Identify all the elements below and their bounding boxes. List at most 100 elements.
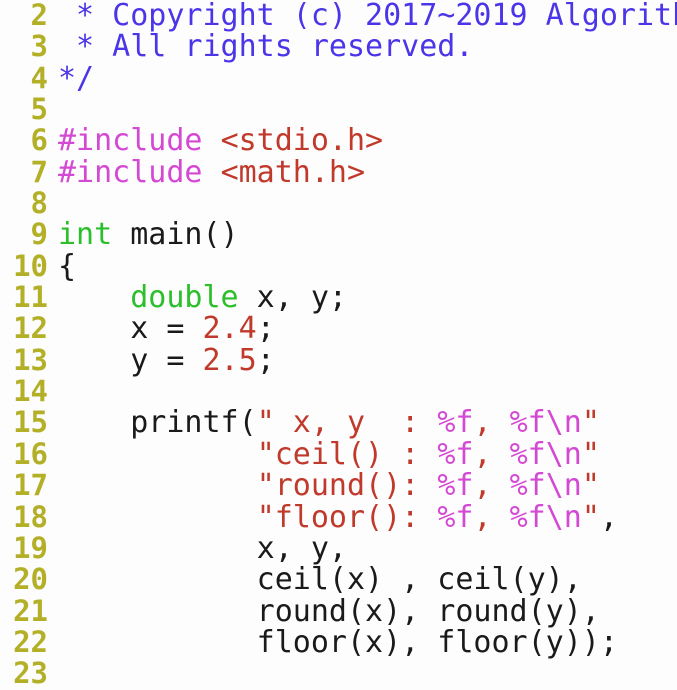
code-token-string: , [473, 405, 510, 441]
code-token-comment: * All rights reserved. [58, 29, 474, 65]
line-number: 2 [30, 0, 48, 32]
code-token-keyword: double [130, 280, 239, 316]
code-line[interactable]: 3 * All rights reserved. [0, 29, 677, 64]
code-line-content[interactable]: #include <stdio.h> [48, 125, 677, 156]
code-token-comment: * Copyright (c) 2017~2019 Algorithm. [58, 0, 677, 33]
line-number: 15 [13, 405, 48, 440]
code-line[interactable]: 8 [0, 187, 677, 219]
code-line[interactable]: 6 #include <stdio.h> [0, 123, 677, 158]
code-token-fmt: %f [437, 436, 474, 472]
code-token-fmt: \n [545, 436, 582, 472]
code-token-string: "floor(): [256, 499, 438, 535]
code-token-header: <math.h> [220, 154, 366, 190]
code-token-fmt: %f [509, 499, 546, 535]
code-line[interactable]: 13 y = 2.5; [0, 344, 677, 376]
code-line-content[interactable]: x = 2.4; [48, 313, 677, 344]
code-line[interactable]: 20 ceil(x) , ceil(y), [0, 562, 677, 597]
code-line-content[interactable]: ceil(x) , ceil(y), [48, 564, 677, 595]
code-line[interactable]: 5 [0, 92, 677, 127]
line-number: 22 [13, 624, 48, 659]
code-line-content[interactable]: "floor(): %f, %f\n", [48, 499, 677, 535]
line-number: 11 [13, 280, 48, 315]
code-token-plain: { [58, 248, 77, 284]
line-number: 7 [30, 154, 48, 189]
line-number: 4 [30, 60, 48, 95]
code-line-content[interactable]: * Copyright (c) 2017~2019 Algorithm. [48, 0, 677, 31]
code-line-content[interactable]: */ [48, 63, 677, 94]
code-token-keyword: int [58, 217, 113, 253]
code-line[interactable]: 9 int main() [0, 217, 677, 252]
code-line-content[interactable]: printf(" x, y : %f, %f\n" [48, 407, 677, 438]
code-token-string: " [581, 436, 600, 472]
line-number: 19 [13, 530, 48, 565]
line-number: 10 [13, 248, 48, 283]
code-token-pre: #include [58, 154, 221, 190]
code-line[interactable]: 17 "round(): %f, %f\n" [0, 469, 677, 501]
code-token-plain: x, y, [58, 530, 347, 566]
line-number: 23 [13, 656, 48, 690]
line-number: 5 [30, 92, 48, 127]
code-token-string: "ceil() : [256, 436, 438, 472]
line-number: 6 [30, 123, 48, 158]
code-editor[interactable]: 2 * Copyright (c) 2017~2019 Algorithm. 3 … [0, 0, 677, 690]
line-number: 21 [13, 593, 48, 628]
line-number: 3 [30, 29, 48, 64]
code-line[interactable]: 7 #include <math.h> [0, 154, 677, 189]
code-token-plain: main() [112, 217, 239, 253]
code-token-fmt: \n [545, 468, 582, 504]
line-number: 14 [13, 374, 48, 409]
line-number: 9 [30, 217, 48, 252]
code-line[interactable]: 16 "ceil() : %f, %f\n" [0, 438, 677, 470]
code-line-content[interactable]: * All rights reserved. [48, 31, 677, 62]
code-token-fmt: %f [437, 468, 474, 504]
code-line[interactable]: 15 printf(" x, y : %f, %f\n" [0, 405, 677, 440]
code-line-content[interactable]: y = 2.5; [48, 345, 677, 376]
code-token-string: "round(): [256, 468, 438, 504]
code-token-plain: round(x), round(y), [58, 593, 600, 629]
code-line-content[interactable]: { [48, 251, 677, 282]
code-token-plain: x, y; [238, 280, 347, 316]
code-token-number: 2.5 [202, 342, 257, 378]
code-line[interactable]: 23 [0, 656, 677, 690]
code-line[interactable]: 21 round(x), round(y), [0, 593, 677, 629]
code-token-string: " [581, 405, 600, 441]
code-line[interactable]: 2 * Copyright (c) 2017~2019 Algorithm. [0, 0, 677, 31]
code-line-content[interactable]: #include <math.h> [48, 157, 677, 188]
code-line-content[interactable]: floor(x), floor(y)); [48, 627, 677, 658]
code-line[interactable]: 22 floor(x), floor(y)); [0, 624, 677, 659]
code-line-content[interactable]: x, y, [48, 533, 677, 564]
code-token-header: <stdio.h> [220, 123, 384, 159]
code-line[interactable]: 10 { [0, 248, 677, 283]
code-token-string: " [581, 468, 600, 504]
line-number: 18 [13, 499, 48, 534]
code-line-content[interactable]: round(x), round(y), [48, 593, 677, 629]
code-token-string: " [581, 499, 600, 535]
code-token-plain: ; [256, 342, 275, 378]
code-token-plain: ; [256, 311, 275, 347]
code-token-string: " x, y : [256, 405, 438, 441]
code-token-plain: y = [58, 342, 203, 378]
code-line[interactable]: 12 x = 2.4; [0, 311, 677, 346]
code-line[interactable]: 14 [0, 374, 677, 409]
code-line[interactable]: 18 "floor(): %f, %f\n", [0, 499, 677, 535]
code-token-plain: floor(x), floor(y)); [58, 624, 618, 660]
code-line-content[interactable]: "ceil() : %f, %f\n" [48, 439, 677, 470]
code-line[interactable]: 19 x, y, [0, 530, 677, 565]
code-line-content[interactable]: "round(): %f, %f\n" [48, 470, 677, 501]
code-token-number: 2.4 [202, 311, 257, 347]
line-number: 20 [13, 562, 48, 597]
line-number: 12 [13, 311, 48, 346]
code-line-content[interactable]: double x, y; [48, 282, 677, 313]
code-line-content[interactable]: int main() [48, 219, 677, 250]
code-line[interactable]: 11 double x, y; [0, 280, 677, 315]
code-token-comment: */ [58, 60, 95, 96]
code-line[interactable]: 4 */ [0, 60, 677, 95]
code-token-fmt: \n [545, 499, 582, 535]
code-token-fmt: %f [509, 468, 546, 504]
code-token-fmt: %f [509, 405, 546, 441]
code-token-fmt: %f [509, 436, 546, 472]
code-token-plain: printf( [58, 405, 257, 441]
